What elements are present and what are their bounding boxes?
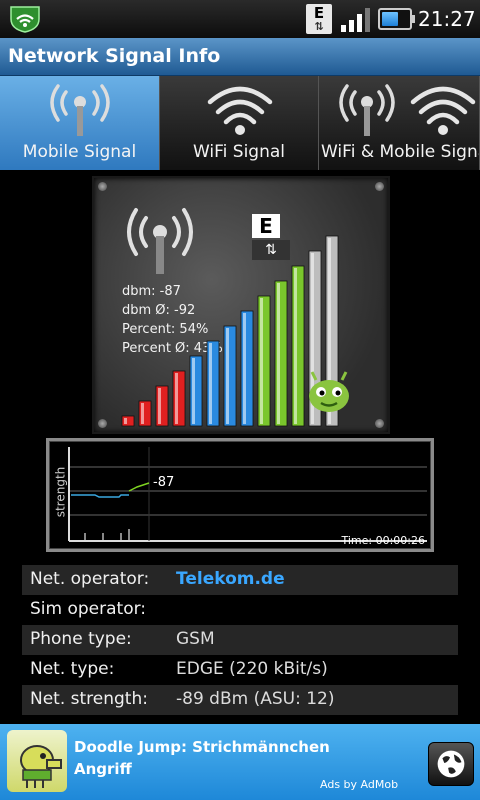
tab-mobile-signal-label: Mobile Signal — [22, 142, 137, 162]
info-row-net-operator: Net. operator: Telekom.de — [22, 565, 458, 595]
antenna-icon — [50, 84, 110, 136]
ad-banner[interactable]: Doodle Jump: Strichmännchen Angriff Ads … — [0, 724, 480, 800]
title-bar: Network Signal Info — [0, 38, 480, 76]
signal-bar — [274, 280, 288, 427]
tab-wifi-mobile-signal[interactable]: WiFi & Mobile Signal — [319, 76, 480, 170]
signal-bar — [189, 355, 203, 427]
signal-bar-highlight — [209, 343, 212, 424]
battery-icon — [378, 8, 415, 30]
signal-bar — [240, 310, 254, 427]
status-bar: E ⇅ 21:27 — [0, 0, 480, 38]
signal-strength-graph: strength -87 Time: 00:00:26 — [46, 438, 434, 552]
signal-bar — [206, 340, 220, 427]
signal-bar-highlight — [192, 358, 195, 424]
signal-bar — [257, 295, 271, 427]
signal-line-blue — [71, 494, 129, 498]
info-key: Sim operator: — [30, 599, 147, 619]
tab-wifi-signal-label: WiFi Signal — [192, 142, 286, 162]
signal-graph-plot — [68, 447, 427, 542]
signal-bar-highlight — [294, 268, 297, 424]
info-key: Net. strength: — [30, 689, 148, 709]
info-value: GSM — [176, 629, 215, 649]
app-shield-icon — [10, 6, 40, 33]
ad-open-button[interactable] — [428, 742, 474, 786]
wifi-icon — [207, 86, 273, 135]
signal-bar-highlight — [141, 403, 144, 424]
ad-title: Doodle Jump: Strichmännchen Angriff — [74, 736, 330, 780]
globe-icon — [437, 750, 465, 778]
signal-bar-highlight — [277, 283, 280, 424]
info-row-sim-operator: Sim operator: — [22, 595, 458, 625]
tab-wifi-signal[interactable]: WiFi Signal — [160, 76, 319, 170]
ad-title-line2: Angriff — [74, 760, 132, 778]
battery-fill — [382, 12, 398, 26]
signal-bar — [138, 400, 152, 427]
info-row-phone-type: Phone type: GSM — [22, 625, 458, 655]
signal-line-green — [128, 482, 150, 492]
info-row-net-type: Net. type: EDGE (220 kBit/s) — [22, 655, 458, 685]
info-key: Net. operator: — [30, 569, 150, 589]
android-robot-icon — [309, 371, 349, 412]
signal-bars-icon — [341, 8, 370, 32]
tab-wifi-mobile-signal-label: WiFi & Mobile Signal — [321, 142, 480, 162]
signal-bar-highlight — [260, 298, 263, 424]
graph-y-label: strength — [53, 466, 68, 518]
ad-title-line1: Doodle Jump: Strichmännchen — [74, 738, 330, 756]
info-key: Phone type: — [30, 629, 132, 649]
signal-bar-highlight — [124, 418, 127, 424]
signal-bar-highlight — [226, 328, 229, 424]
signal-bar — [223, 325, 237, 427]
signal-bar-highlight — [243, 313, 246, 424]
net-operator-link[interactable]: Telekom.de — [176, 569, 285, 589]
ad-app-thumbnail — [7, 730, 67, 792]
signal-bar — [155, 385, 169, 427]
tab-mobile-signal[interactable]: Mobile Signal — [0, 76, 160, 170]
antenna-wifi-icon — [339, 84, 476, 136]
signal-bar — [291, 265, 305, 427]
clock: 21:27 — [418, 7, 476, 31]
info-row-net-strength: Net. strength: -89 dBm (ASU: 12) — [22, 685, 458, 715]
doodle-character-icon — [20, 745, 62, 788]
data-transfer-arrows-icon: ⇅ — [314, 20, 324, 33]
network-info-table: Net. operator: Telekom.de Sim operator: … — [22, 565, 458, 715]
signal-bar — [172, 370, 186, 427]
signal-bar — [121, 415, 135, 427]
edge-data-icon: E ⇅ — [306, 4, 332, 34]
signal-bar-highlight — [175, 373, 178, 424]
graph-time: Time: 00:00:26 — [341, 534, 425, 547]
tab-bar: Mobile Signal WiFi Signal WiFi & Mobile … — [0, 76, 480, 170]
info-value: -89 dBm (ASU: 12) — [176, 689, 335, 709]
graph-current-value: -87 — [153, 475, 175, 490]
info-key: Net. type: — [30, 659, 115, 679]
app-title: Network Signal Info — [8, 45, 221, 67]
signal-panel: E ⇅ dbm: -87 dbm Ø: -92 Percent: 54% Per… — [92, 176, 390, 434]
signal-bar-highlight — [158, 388, 161, 424]
info-value: EDGE (220 kBit/s) — [176, 659, 328, 679]
ad-attribution: Ads by AdMob — [320, 778, 399, 791]
